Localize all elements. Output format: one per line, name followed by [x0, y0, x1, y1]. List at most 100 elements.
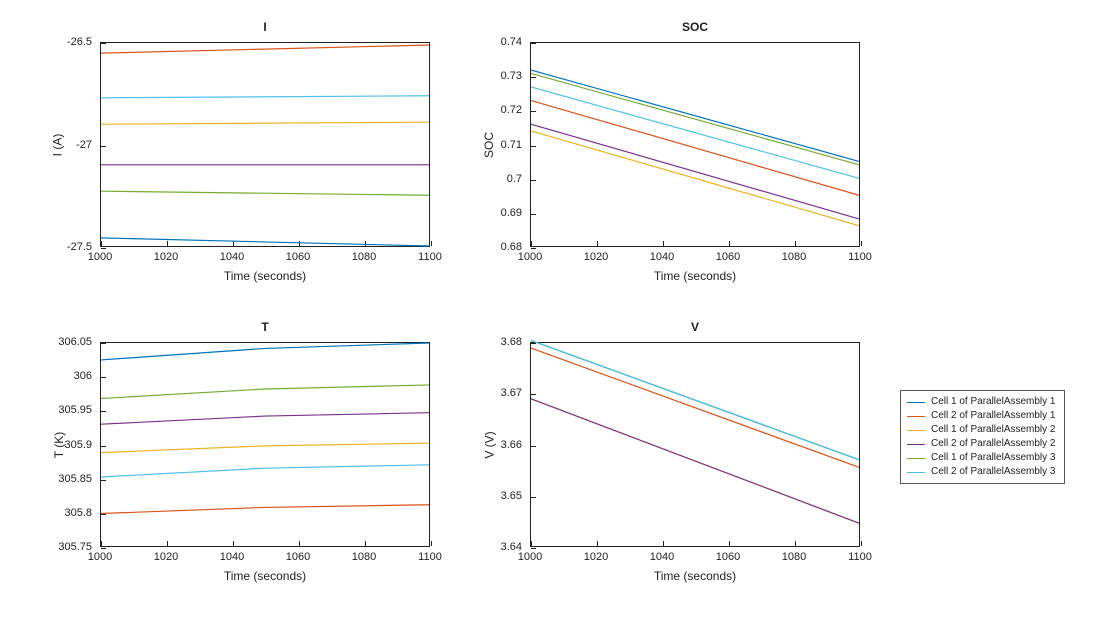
series-line — [531, 399, 859, 523]
y-tick-label: -27.5 — [67, 241, 92, 253]
x-axis-label: Time (seconds) — [100, 569, 430, 583]
legend-item: Cell 2 of ParallelAssembly 3 — [907, 465, 1056, 479]
x-tick-label: 1060 — [286, 551, 310, 563]
series-line — [101, 343, 429, 360]
plot-area — [100, 42, 430, 247]
legend-label: Cell 2 of ParallelAssembly 2 — [931, 437, 1056, 451]
series-line — [101, 443, 429, 452]
x-tick-label: 1100 — [848, 251, 872, 263]
x-tick-label: 1020 — [584, 251, 608, 263]
y-tick-label: 0.69 — [501, 207, 522, 219]
y-tick-label: 3.65 — [501, 490, 522, 502]
x-tick-label: 1020 — [154, 551, 178, 563]
plot-area — [530, 42, 860, 247]
x-tick-label: 1040 — [650, 251, 674, 263]
series-line — [101, 465, 429, 477]
y-tick-label: 305.8 — [64, 507, 92, 519]
y-tick-label: 306.05 — [58, 336, 92, 348]
legend-swatch — [907, 402, 925, 403]
y-tick-label: 305.95 — [58, 404, 92, 416]
chart-title: V — [530, 320, 860, 334]
plot-area — [100, 342, 430, 547]
legend-swatch — [907, 472, 925, 473]
y-tick-label: 305.75 — [58, 541, 92, 553]
series-line — [101, 413, 429, 425]
series-line — [531, 124, 859, 219]
x-tick-label: 1040 — [650, 551, 674, 563]
x-tick-label: 1080 — [352, 251, 376, 263]
legend-item: Cell 1 of ParallelAssembly 1 — [907, 395, 1056, 409]
axes-T: TTime (seconds)T (K)10001020104010601080… — [100, 342, 430, 547]
legend-label: Cell 1 of ParallelAssembly 3 — [931, 451, 1056, 465]
x-axis-label: Time (seconds) — [530, 569, 860, 583]
chart-title: SOC — [530, 20, 860, 34]
y-tick-label: 3.66 — [501, 439, 522, 451]
series-lines — [101, 43, 429, 246]
axes-SOC: SOCTime (seconds)SOC10001020104010601080… — [530, 42, 860, 247]
legend-label: Cell 1 of ParallelAssembly 2 — [931, 423, 1056, 437]
series-line — [101, 191, 429, 195]
legend-swatch — [907, 430, 925, 431]
legend-item: Cell 1 of ParallelAssembly 2 — [907, 423, 1056, 437]
legend-swatch — [907, 416, 925, 417]
series-line — [101, 385, 429, 399]
chart-title: I — [100, 20, 430, 34]
y-tick-label: 0.68 — [501, 241, 522, 253]
y-tick-label: 306 — [74, 370, 92, 382]
legend-swatch — [907, 458, 925, 459]
series-line — [531, 131, 859, 226]
series-line — [101, 505, 429, 514]
legend-label: Cell 1 of ParallelAssembly 1 — [931, 395, 1056, 409]
x-tick-label: 1100 — [848, 551, 872, 563]
series-line — [531, 340, 859, 459]
y-tick-label: 0.74 — [501, 36, 522, 48]
y-tick-label: 305.85 — [58, 473, 92, 485]
x-tick-label: 1060 — [716, 251, 740, 263]
x-axis-label: Time (seconds) — [100, 269, 430, 283]
x-tick-label: 1100 — [418, 551, 442, 563]
axes-I: ITime (seconds)I (A)10001020104010601080… — [100, 42, 430, 247]
y-tick-label: -27 — [76, 139, 92, 151]
legend: Cell 1 of ParallelAssembly 1Cell 2 of Pa… — [900, 390, 1065, 484]
legend-swatch — [907, 444, 925, 445]
plot-area — [530, 342, 860, 547]
x-tick-label: 1080 — [782, 551, 806, 563]
y-axis-label: I (A) — [50, 133, 64, 156]
series-line — [101, 238, 429, 246]
y-axis-label: V (V) — [483, 431, 497, 458]
y-tick-label: 0.71 — [501, 139, 522, 151]
series-line — [101, 122, 429, 124]
chart-title: T — [100, 320, 430, 334]
y-tick-label: -26.5 — [67, 36, 92, 48]
x-tick-label: 1080 — [782, 251, 806, 263]
x-axis-label: Time (seconds) — [530, 269, 860, 283]
legend-item: Cell 1 of ParallelAssembly 3 — [907, 451, 1056, 465]
x-tick-label: 1060 — [286, 251, 310, 263]
y-tick-label: 3.68 — [501, 336, 522, 348]
y-tick-label: 0.72 — [501, 104, 522, 116]
series-lines — [531, 343, 859, 546]
legend-label: Cell 2 of ParallelAssembly 3 — [931, 465, 1056, 479]
y-tick-label: 3.64 — [501, 541, 522, 553]
x-tick-label: 1080 — [352, 551, 376, 563]
y-tick-label: 0.73 — [501, 70, 522, 82]
y-tick-label: 305.9 — [64, 439, 92, 451]
x-tick-label: 1020 — [584, 551, 608, 563]
series-line — [531, 87, 859, 178]
figure: ITime (seconds)I (A)10001020104010601080… — [0, 0, 1098, 618]
axes-V: VTime (seconds)V (V)10001020104010601080… — [530, 342, 860, 547]
series-lines — [101, 343, 429, 546]
series-lines — [531, 43, 859, 246]
y-tick-label: 3.67 — [501, 387, 522, 399]
legend-label: Cell 2 of ParallelAssembly 1 — [931, 409, 1056, 423]
x-tick-label: 1040 — [220, 551, 244, 563]
x-tick-label: 1100 — [418, 251, 442, 263]
series-line — [101, 45, 429, 53]
series-line — [101, 96, 429, 98]
y-axis-label: SOC — [482, 131, 496, 157]
legend-item: Cell 2 of ParallelAssembly 2 — [907, 437, 1056, 451]
x-tick-label: 1020 — [154, 251, 178, 263]
y-tick-label: 0.7 — [507, 173, 522, 185]
x-tick-label: 1040 — [220, 251, 244, 263]
series-line — [531, 348, 859, 467]
